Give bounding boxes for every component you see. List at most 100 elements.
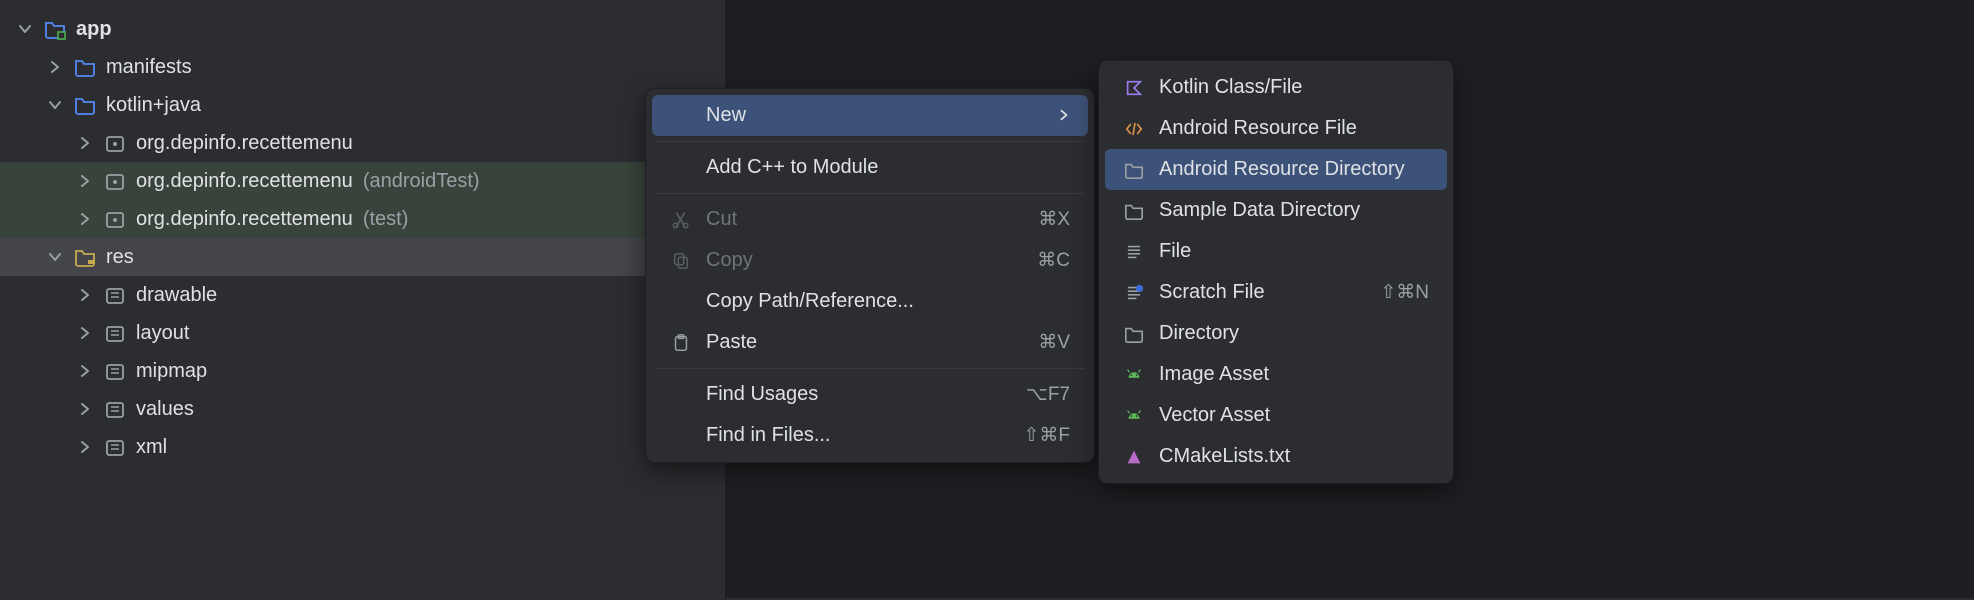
menu-shortcut: ⌥F7	[1026, 383, 1070, 406]
menu-label: File	[1159, 240, 1429, 263]
menu-item-sample-data[interactable]: Sample Data Directory	[1105, 190, 1447, 231]
menu-item-resource-directory[interactable]: Android Resource Directory	[1105, 149, 1447, 190]
menu-item-vector-asset[interactable]: Vector Asset	[1105, 395, 1447, 436]
tree-label: org.depinfo.recettemenu	[136, 132, 353, 155]
menu-item-resource-file[interactable]: Android Resource File	[1105, 108, 1447, 149]
chevron-down-icon	[46, 250, 64, 264]
menu-shortcut: ⇧⌘F	[1023, 424, 1070, 447]
tree-label: layout	[136, 322, 189, 345]
tree-label: res	[106, 246, 134, 269]
chevron-down-icon	[46, 98, 64, 112]
resource-folder-icon	[74, 246, 96, 268]
menu-item-scratch-file[interactable]: Scratch File ⇧⌘N	[1105, 272, 1447, 313]
tree-item-package-main[interactable]: org.depinfo.recettemenu	[0, 124, 725, 162]
tree-item-mipmap[interactable]: mipmap	[0, 352, 725, 390]
menu-shortcut: ⌘C	[1037, 249, 1070, 272]
chevron-right-icon	[46, 60, 64, 74]
menu-label: Scratch File	[1159, 281, 1366, 304]
menu-item-add-cpp[interactable]: Add C++ to Module	[652, 147, 1088, 188]
tree-label: org.depinfo.recettemenu	[136, 170, 353, 193]
kotlin-icon	[1123, 78, 1145, 98]
menu-item-find-in-files[interactable]: Find in Files... ⇧⌘F	[652, 415, 1088, 456]
android-icon	[1123, 365, 1145, 385]
menu-item-file[interactable]: File	[1105, 231, 1447, 272]
menu-label: Find Usages	[706, 383, 1012, 406]
project-tree[interactable]: app manifests kotlin+java org.depinfo.re…	[0, 0, 725, 466]
resource-dir-icon	[104, 322, 126, 344]
chevron-down-icon	[16, 22, 34, 36]
tree-label: values	[136, 398, 194, 421]
menu-label: Paste	[706, 331, 1024, 354]
chevron-right-icon	[76, 402, 94, 416]
tree-item-layout[interactable]: layout	[0, 314, 725, 352]
menu-item-paste[interactable]: Paste ⌘V	[652, 322, 1088, 363]
menu-shortcut: ⇧⌘N	[1380, 281, 1429, 304]
cut-icon	[670, 210, 692, 230]
menu-shortcut: ⌘V	[1038, 331, 1070, 354]
menu-separator	[656, 141, 1084, 142]
tree-item-values[interactable]: values	[0, 390, 725, 428]
scratch-file-icon	[1123, 283, 1145, 303]
tree-label: org.depinfo.recettemenu	[136, 208, 353, 231]
chevron-right-icon	[76, 364, 94, 378]
menu-label: Vector Asset	[1159, 404, 1429, 427]
code-icon	[1123, 119, 1145, 139]
module-folder-icon	[44, 18, 66, 40]
menu-label: Cut	[706, 208, 1024, 231]
resource-dir-icon	[104, 284, 126, 306]
folder-icon	[1123, 160, 1145, 180]
tree-label: xml	[136, 436, 167, 459]
tree-label: app	[76, 18, 112, 41]
menu-item-find-usages[interactable]: Find Usages ⌥F7	[652, 374, 1088, 415]
context-menu[interactable]: New Add C++ to Module Cut ⌘X Copy ⌘C Cop…	[645, 88, 1095, 463]
menu-label: Kotlin Class/File	[1159, 76, 1429, 99]
android-icon	[1123, 406, 1145, 426]
file-icon	[1123, 242, 1145, 262]
menu-item-new[interactable]: New	[652, 95, 1088, 136]
triangle-icon	[1123, 447, 1145, 467]
menu-label: CMakeLists.txt	[1159, 445, 1429, 468]
menu-item-directory[interactable]: Directory	[1105, 313, 1447, 354]
tree-item-package-androidtest[interactable]: org.depinfo.recettemenu (androidTest)	[0, 162, 725, 200]
chevron-right-icon	[76, 326, 94, 340]
tree-label: mipmap	[136, 360, 207, 383]
menu-label: Copy Path/Reference...	[706, 290, 1070, 313]
menu-label: Image Asset	[1159, 363, 1429, 386]
menu-item-copy-path[interactable]: Copy Path/Reference...	[652, 281, 1088, 322]
menu-item-kotlin-class[interactable]: Kotlin Class/File	[1105, 67, 1447, 108]
tree-label: drawable	[136, 284, 217, 307]
tree-item-res[interactable]: res	[0, 238, 725, 276]
tree-item-drawable[interactable]: drawable	[0, 276, 725, 314]
tree-item-manifests[interactable]: manifests	[0, 48, 725, 86]
menu-separator	[656, 193, 1084, 194]
folder-icon	[1123, 201, 1145, 221]
chevron-right-icon	[76, 288, 94, 302]
tree-label: manifests	[106, 56, 192, 79]
tree-label: kotlin+java	[106, 94, 201, 117]
paste-icon	[670, 333, 692, 353]
menu-separator	[656, 368, 1084, 369]
menu-label: Sample Data Directory	[1159, 199, 1429, 222]
menu-label: Android Resource File	[1159, 117, 1429, 140]
tree-item-package-test[interactable]: org.depinfo.recettemenu (test)	[0, 200, 725, 238]
menu-label: Find in Files...	[706, 424, 1009, 447]
menu-item-cmakelists[interactable]: CMakeLists.txt	[1105, 436, 1447, 477]
menu-item-copy: Copy ⌘C	[652, 240, 1088, 281]
chevron-right-icon	[76, 212, 94, 226]
resource-dir-icon	[104, 398, 126, 420]
tree-item-xml[interactable]: xml	[0, 428, 725, 466]
tree-item-kotlin-java[interactable]: kotlin+java	[0, 86, 725, 124]
menu-label: Directory	[1159, 322, 1429, 345]
tree-item-app[interactable]: app	[0, 10, 725, 48]
tree-suffix: (test)	[363, 208, 409, 231]
menu-label: Add C++ to Module	[706, 156, 1070, 179]
menu-label: Copy	[706, 249, 1023, 272]
chevron-right-icon	[76, 174, 94, 188]
resource-dir-icon	[104, 436, 126, 458]
menu-item-cut: Cut ⌘X	[652, 199, 1088, 240]
package-icon	[104, 208, 126, 230]
folder-icon	[74, 94, 96, 116]
new-submenu[interactable]: Kotlin Class/File Android Resource File …	[1098, 60, 1454, 484]
menu-item-image-asset[interactable]: Image Asset	[1105, 354, 1447, 395]
folder-icon	[1123, 324, 1145, 344]
